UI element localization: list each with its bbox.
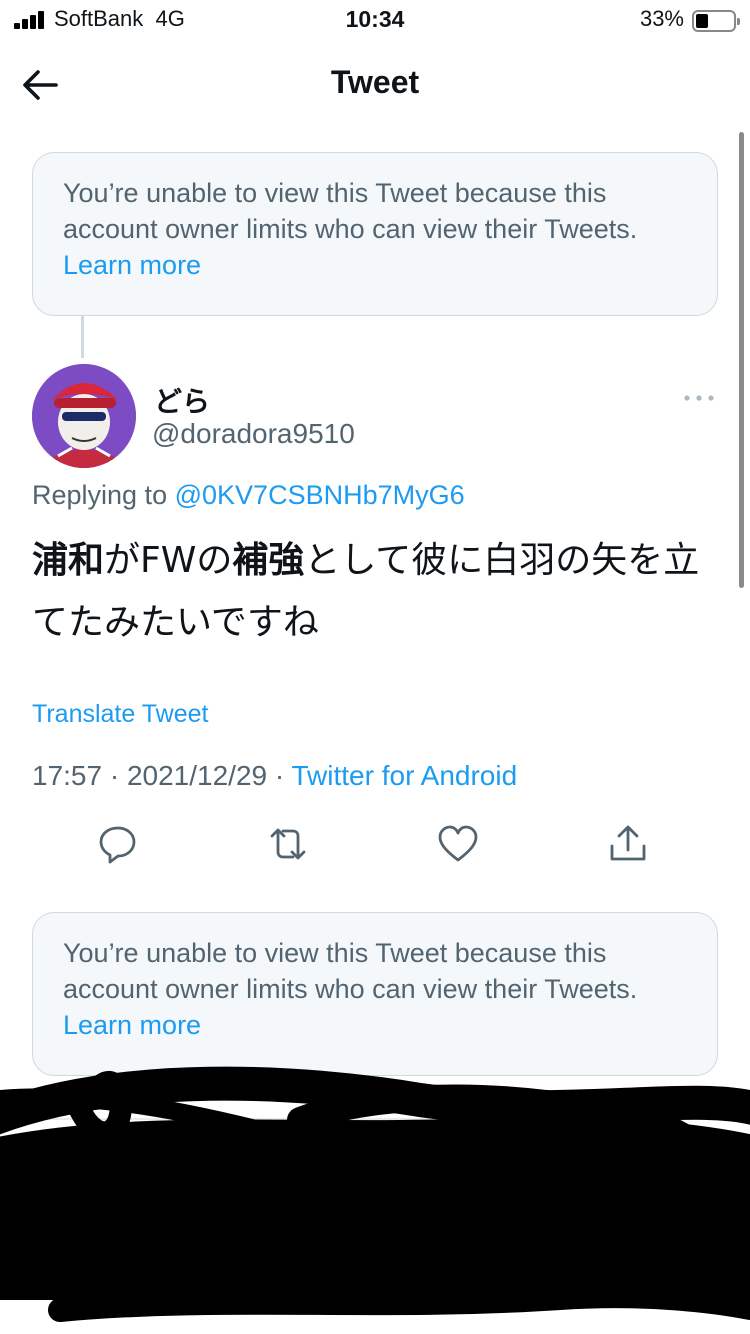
share-icon [610, 825, 646, 861]
battery-icon [692, 10, 740, 32]
notice-text-2: You’re unable to view this Tweet because… [63, 938, 638, 1004]
avatar[interactable] [32, 364, 136, 468]
tweet-text-bold-1: 浦和 [32, 540, 105, 581]
clock: 10:34 [345, 6, 405, 32]
replying-prefix: Replying to [32, 480, 168, 510]
avatar-image [32, 364, 136, 468]
share-button[interactable] [606, 822, 650, 866]
tweet-date: 2021/12/29 [126, 760, 268, 791]
tweet-time: 17:57 [32, 760, 103, 791]
tweet-text-bold-3: 補強 [232, 540, 305, 581]
tweet-text: 浦和がFWの補強として彼に白羽の矢を立てたみたいですね [32, 530, 722, 654]
tweet-metadata: 17:57 · 2021/12/29 · Twitter for Android [32, 760, 518, 791]
replying-to: Replying to @0KV7CSBNHb7MyG6 [32, 480, 465, 511]
battery-percent: 33% [639, 6, 684, 31]
like-button[interactable] [436, 822, 480, 866]
more-horizontal-icon [684, 395, 714, 401]
thread-connector [81, 316, 84, 358]
replying-to-handle-link[interactable]: @0KV7CSBNHb7MyG6 [175, 480, 465, 510]
retweet-button[interactable] [266, 822, 310, 866]
tweet-unavailable-notice: You’re unable to view this Tweet because… [32, 152, 718, 316]
notice-text: You’re unable to view this Tweet because… [63, 178, 638, 244]
heart-icon [438, 825, 478, 862]
tweet-source-link[interactable]: Twitter for Android [292, 760, 518, 791]
learn-more-link-2[interactable]: Learn more [63, 1010, 201, 1040]
retweet-icon [270, 828, 306, 860]
learn-more-link[interactable]: Learn more [63, 250, 201, 280]
app-header: Tweet [0, 44, 750, 124]
tweet-text-part-2: がFWの [104, 540, 233, 581]
reply-icon [99, 826, 136, 864]
more-options-button[interactable] [682, 388, 716, 408]
translate-tweet-link[interactable]: Translate Tweet [32, 700, 208, 729]
reply-button[interactable] [96, 822, 140, 866]
redaction-scribble [0, 1066, 750, 1322]
display-name[interactable]: どら [154, 380, 210, 420]
page-title: Tweet [330, 64, 420, 100]
status-bar: SoftBank 4G 10:34 33% [0, 0, 750, 42]
tweet-action-bar [0, 822, 750, 872]
scrollbar[interactable] [739, 132, 744, 588]
user-handle[interactable]: @doradora9510 [152, 418, 355, 450]
